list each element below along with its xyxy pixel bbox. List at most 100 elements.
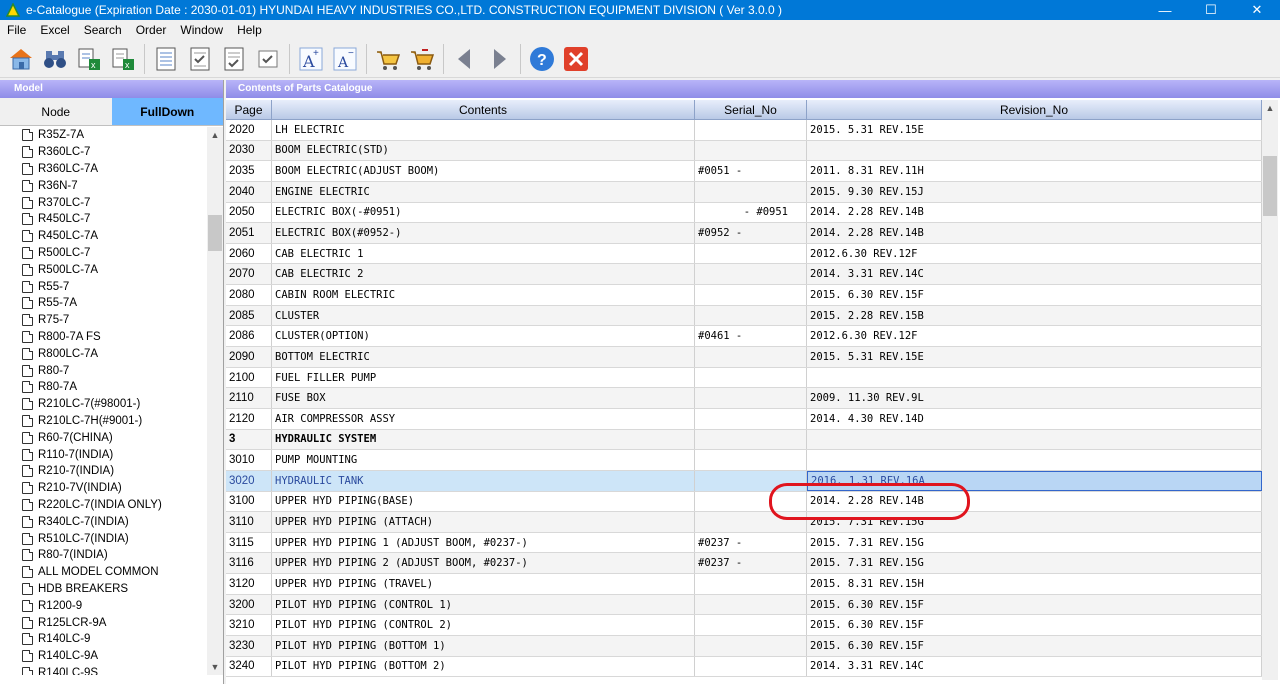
model-tree-item[interactable]: R35Z-7A: [0, 127, 207, 144]
contents-grid-scrollbar[interactable]: ▲: [1262, 100, 1278, 680]
scroll-down-icon[interactable]: ▼: [207, 659, 223, 675]
table-row[interactable]: 2050 ELECTRIC BOX(-#0951) - #0951 2014. 2.2…: [226, 202, 1262, 224]
table-row[interactable]: 2085 CLUSTER 2015. 2.28 REV.15B: [226, 305, 1262, 327]
model-tree-item[interactable]: R80-7: [0, 362, 207, 379]
zoom-out-button[interactable]: A −: [330, 44, 360, 74]
model-tree-item[interactable]: R1200-9: [0, 597, 207, 614]
table-row[interactable]: 2080 CABIN ROOM ELECTRIC 2015. 6.30 REV.15…: [226, 285, 1262, 306]
model-tree-item[interactable]: R140LC-9: [0, 631, 207, 648]
view-cart-button[interactable]: [407, 44, 437, 74]
model-tree-item-label: R140LC-9A: [38, 650, 99, 663]
add-to-cart-button[interactable]: [373, 44, 403, 74]
model-tree-item[interactable]: R360LC-7: [0, 144, 207, 161]
table-row[interactable]: 3010 PUMP MOUNTING: [226, 450, 1262, 471]
model-tree-item[interactable]: R220LC-7(INDIA ONLY): [0, 497, 207, 514]
exit-button[interactable]: [561, 44, 591, 74]
parts-verify-button[interactable]: [253, 44, 283, 74]
model-tree-item[interactable]: R55-7: [0, 278, 207, 295]
parts-list-button[interactable]: [151, 44, 181, 74]
previous-button[interactable]: [450, 44, 480, 74]
table-row[interactable]: 2100 FUEL FILLER PUMP: [226, 367, 1262, 389]
model-tree-scrollbar[interactable]: ▲ ▼: [207, 127, 223, 675]
model-tree-item[interactable]: R60-7(CHINA): [0, 429, 207, 446]
scroll-thumb[interactable]: [1263, 156, 1277, 216]
model-tree-item[interactable]: R80-7(INDIA): [0, 547, 207, 564]
table-row[interactable]: 3240 PILOT HYD PIPING (BOTTOM 2) 2014. 3.3…: [226, 656, 1262, 678]
model-tree-item[interactable]: R500LC-7: [0, 245, 207, 262]
model-tree-item[interactable]: R80-7A: [0, 379, 207, 396]
table-row[interactable]: 2070 CAB ELECTRIC 2 2014. 3.31 REV.14C: [226, 264, 1262, 286]
model-tree-item[interactable]: R340LC-7(INDIA): [0, 513, 207, 530]
table-row[interactable]: 3110 UPPER HYD PIPING (ATTACH) 2015. 7.31 …: [226, 512, 1262, 533]
parts-compare-button[interactable]: [219, 44, 249, 74]
scroll-up-icon[interactable]: ▲: [207, 127, 223, 143]
model-tree-item[interactable]: R55-7A: [0, 295, 207, 312]
menu-help[interactable]: Help: [230, 23, 269, 37]
maximize-button[interactable]: ☐: [1188, 0, 1234, 20]
model-tree-item[interactable]: R210-7(INDIA): [0, 463, 207, 480]
model-tree-item[interactable]: R450LC-7: [0, 211, 207, 228]
scroll-up-icon[interactable]: ▲: [1262, 100, 1278, 116]
model-tree-item[interactable]: R510LC-7(INDIA): [0, 530, 207, 547]
table-row[interactable]: 3230 PILOT HYD PIPING (BOTTOM 1) 2015. 6.3…: [226, 636, 1262, 657]
column-header-page[interactable]: Page: [226, 100, 272, 119]
column-header-contents[interactable]: Contents: [272, 100, 695, 119]
parts-check-button[interactable]: [185, 44, 215, 74]
home-button[interactable]: [6, 44, 36, 74]
table-row[interactable]: 3210 PILOT HYD PIPING (CONTROL 2) 2015. 6.…: [226, 615, 1262, 637]
tab-fulldown[interactable]: FullDown: [111, 98, 223, 125]
table-row[interactable]: 3 HYDRAULIC SYSTEM: [226, 429, 1262, 451]
menu-order[interactable]: Order: [129, 23, 174, 37]
tab-node[interactable]: Node: [0, 98, 112, 125]
table-row[interactable]: 2040 ENGINE ELECTRIC 2015. 9.30 REV.15J: [226, 181, 1262, 203]
table-row[interactable]: 2035 BOOM ELECTRIC(ADJUST BOOM) #0051 -201…: [226, 161, 1262, 182]
menu-file[interactable]: File: [0, 23, 33, 37]
table-row[interactable]: 2030 BOOM ELECTRIC(STD): [226, 140, 1262, 162]
scroll-thumb[interactable]: [208, 215, 222, 251]
export-excel-button[interactable]: x: [74, 44, 104, 74]
table-row[interactable]: 2086 CLUSTER(OPTION) #0461 -2012.6.30 REV.…: [226, 326, 1262, 348]
model-tree-item[interactable]: R210LC-7(#98001-): [0, 396, 207, 413]
model-tree-item[interactable]: R140LC-9S: [0, 665, 207, 675]
model-tree-item[interactable]: R370LC-7: [0, 194, 207, 211]
model-tree-item[interactable]: R800LC-7A: [0, 345, 207, 362]
next-button[interactable]: [484, 44, 514, 74]
model-tree-item[interactable]: R36N-7: [0, 177, 207, 194]
menu-excel[interactable]: Excel: [33, 23, 76, 37]
table-row[interactable]: 3120 UPPER HYD PIPING (TRAVEL) 2015. 8.31 …: [226, 574, 1262, 595]
cell-serial: [695, 512, 807, 532]
table-row[interactable]: 2110 FUSE BOX 2009. 11.30 REV.9L: [226, 388, 1262, 409]
model-tree-item[interactable]: R450LC-7A: [0, 228, 207, 245]
help-button[interactable]: ?: [527, 44, 557, 74]
model-tree-item[interactable]: R125LCR-9A: [0, 614, 207, 631]
menu-search[interactable]: Search: [77, 23, 129, 37]
minimize-button[interactable]: —: [1142, 0, 1188, 20]
model-tree-item[interactable]: R500LC-7A: [0, 261, 207, 278]
table-row[interactable]: 2090 BOTTOM ELECTRIC 2015. 5.31 REV.15E: [226, 347, 1262, 368]
table-row[interactable]: 3020 HYDRAULIC TANK 2016. 1.31 REV.16A: [226, 470, 1262, 492]
table-row[interactable]: 2020 LH ELECTRIC 2015. 5.31 REV.15E: [226, 120, 1262, 141]
column-header-revision[interactable]: Revision_No: [807, 100, 1262, 119]
model-tree-item[interactable]: R800-7A FS: [0, 329, 207, 346]
model-tree-item[interactable]: R140LC-9A: [0, 648, 207, 665]
table-row[interactable]: 3116 UPPER HYD PIPING 2 (ADJUST BOOM, #02…: [226, 553, 1262, 575]
table-row[interactable]: 2051 ELECTRIC BOX(#0952-) #0952 -2014. 2.2…: [226, 223, 1262, 244]
model-tree-item[interactable]: R110-7(INDIA): [0, 446, 207, 463]
model-tree-item[interactable]: ALL MODEL COMMON: [0, 564, 207, 581]
model-tree-item[interactable]: R360LC-7A: [0, 161, 207, 178]
close-window-button[interactable]: ✕: [1234, 0, 1280, 20]
table-row[interactable]: 2120 AIR COMPRESSOR ASSY 2014. 4.30 REV.14…: [226, 408, 1262, 430]
model-tree-item[interactable]: R75-7: [0, 312, 207, 329]
table-row[interactable]: 2060 CAB ELECTRIC 1 2012.6.30 REV.12F: [226, 243, 1262, 265]
model-tree-item[interactable]: R210-7V(INDIA): [0, 480, 207, 497]
column-header-serial[interactable]: Serial_No: [695, 100, 807, 119]
model-tree-item[interactable]: R210LC-7H(#9001-): [0, 413, 207, 430]
table-row[interactable]: 3200 PILOT HYD PIPING (CONTROL 1) 2015. 6.…: [226, 594, 1262, 616]
table-row[interactable]: 3100 UPPER HYD PIPING(BASE) 2014. 2.28 REV…: [226, 491, 1262, 513]
menu-window[interactable]: Window: [173, 23, 230, 37]
export-excel-all-button[interactable]: x: [108, 44, 138, 74]
zoom-in-button[interactable]: A +: [296, 44, 326, 74]
table-row[interactable]: 3115 UPPER HYD PIPING 1 (ADJUST BOOM, #02…: [226, 532, 1262, 554]
model-tree-item[interactable]: HDB BREAKERS: [0, 581, 207, 598]
search-button[interactable]: [40, 44, 70, 74]
